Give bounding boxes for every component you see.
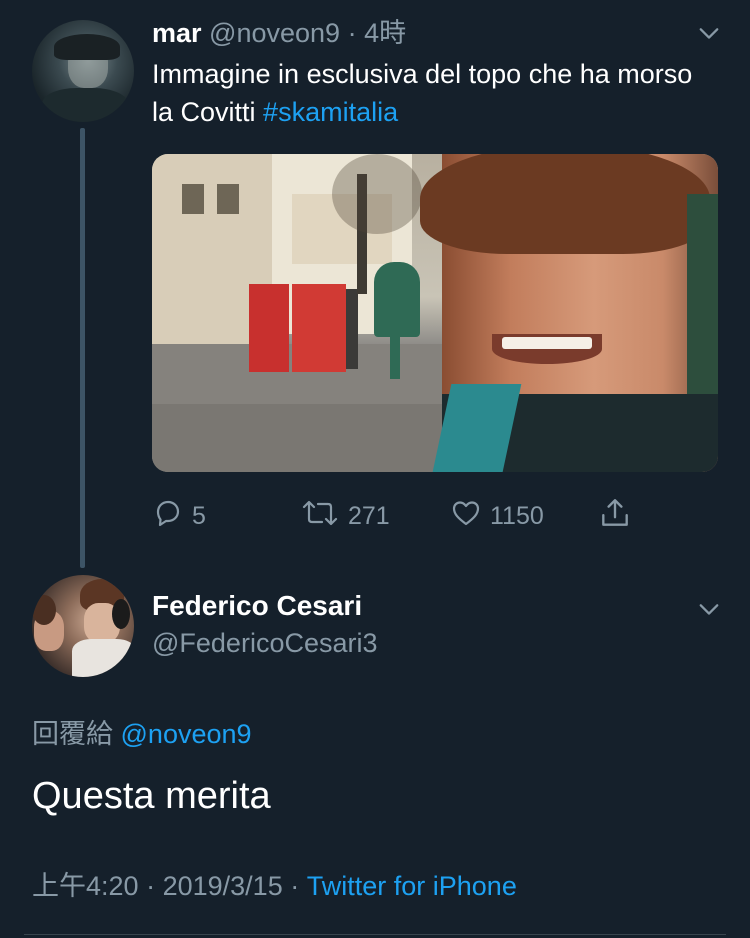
author-handle[interactable]: @noveon9	[209, 18, 340, 48]
tweet1-header: mar @noveon9 · 4時	[152, 16, 406, 50]
reply-action[interactable]: 5	[152, 497, 206, 536]
chevron-down-icon[interactable]	[698, 598, 720, 620]
tweet-media-image[interactable]	[152, 154, 718, 472]
share-icon[interactable]	[598, 496, 632, 535]
reply-count: 5	[192, 502, 206, 530]
like-count: 1150	[490, 502, 544, 530]
tweet-source-link[interactable]: Twitter for iPhone	[307, 871, 517, 901]
hashtag-link[interactable]: #skamitalia	[263, 97, 398, 127]
tweet-text: Immagine in esclusiva del topo che ha mo…	[152, 55, 712, 131]
avatar-federico-cesari[interactable]	[32, 575, 134, 677]
reply-icon	[152, 497, 184, 536]
avatar-mar[interactable]	[32, 20, 134, 122]
retweet-count: 271	[348, 502, 390, 530]
separator-dot: ·	[146, 871, 156, 901]
replying-to-label: 回覆給	[32, 719, 113, 749]
separator-dot: ·	[347, 18, 357, 48]
separator-dot: ·	[290, 871, 300, 901]
reply-author-handle[interactable]: @FedericoCesari3	[152, 626, 378, 660]
reply-text: Questa merita	[32, 775, 271, 817]
retweet-icon	[300, 497, 340, 536]
replying-to-handle[interactable]: @noveon9	[121, 719, 252, 749]
divider	[24, 934, 726, 935]
tweet-time: 上午4:20	[32, 871, 139, 901]
reply-author-name[interactable]: Federico Cesari	[152, 589, 362, 623]
chevron-down-icon[interactable]	[698, 22, 720, 44]
retweet-action[interactable]: 271	[300, 497, 390, 536]
author-name[interactable]: mar	[152, 18, 202, 48]
like-action[interactable]: 1150	[450, 497, 544, 536]
thread-line	[80, 128, 85, 568]
tweet-date: 2019/3/15	[162, 871, 283, 901]
tweet-meta: 上午4:20 · 2019/3/15 · Twitter for iPhone	[32, 868, 517, 904]
like-icon	[450, 497, 482, 536]
replying-to: 回覆給 @noveon9	[32, 716, 252, 752]
tweet-time[interactable]: 4時	[364, 18, 406, 48]
tweet-body: Immagine in esclusiva del topo che ha mo…	[152, 59, 693, 127]
